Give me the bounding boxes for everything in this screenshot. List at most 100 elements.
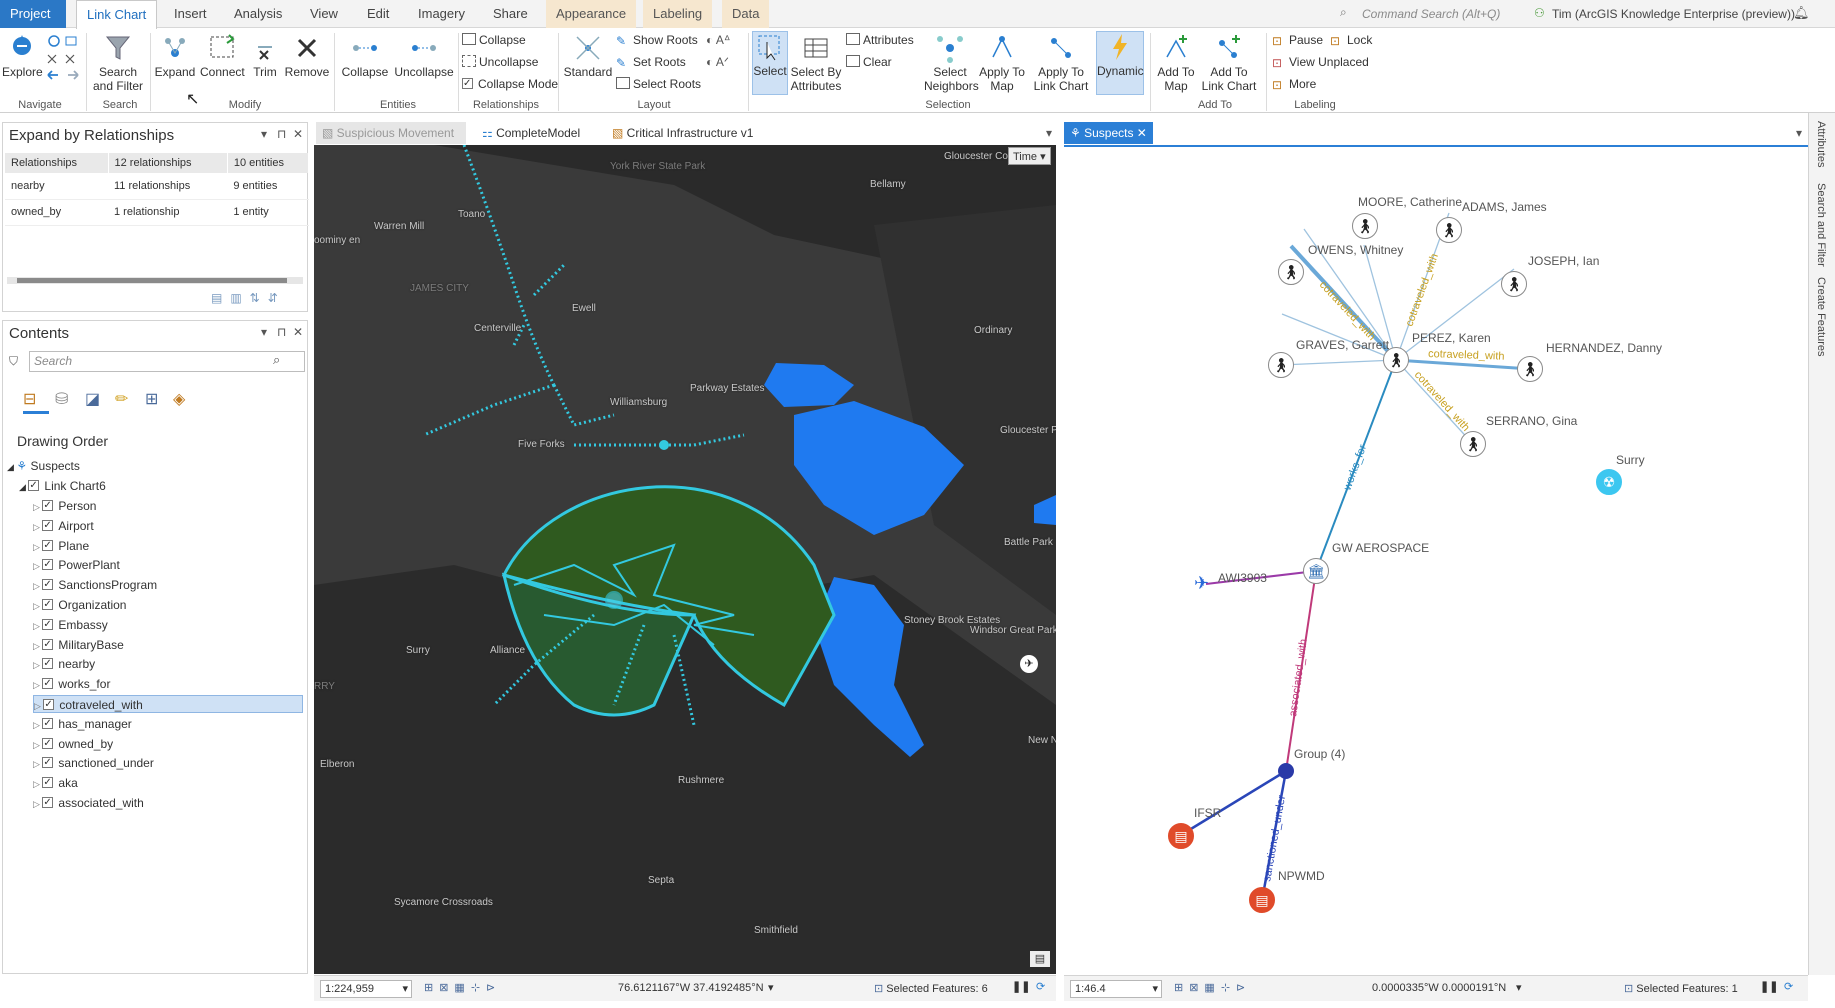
checkbox-icon[interactable] <box>42 537 54 555</box>
sanctions-program-node-npwmd[interactable]: ▤ <box>1249 887 1275 913</box>
apply-to-link-chart-button[interactable]: Apply To Link Chart <box>1030 33 1092 93</box>
collapse-relationships-button[interactable]: Collapse <box>462 31 526 49</box>
person-node-graves[interactable]: 🚶︎ <box>1268 352 1294 378</box>
person-node-perez[interactable]: 🚶︎ <box>1383 347 1409 373</box>
view-unplaced-button[interactable]: ⊡ View Unplaced <box>1272 53 1369 71</box>
column-header-relationship-count[interactable]: 12 relationships <box>108 153 228 173</box>
layer-item[interactable]: ▷ aka <box>33 774 78 792</box>
tab-imagery[interactable]: Imagery <box>408 0 475 28</box>
layer-item[interactable]: ▷ has_manager <box>33 715 132 733</box>
pause-drawing-icon[interactable]: ❚❚ <box>1012 980 1030 993</box>
user-menu[interactable]: Tim (ArcGIS Knowledge Enterprise (previe… <box>1552 4 1795 24</box>
person-node-hernandez[interactable]: 🚶︎ <box>1517 356 1543 382</box>
tree-root-suspects[interactable]: ◢ ⚘ Suspects <box>7 457 80 475</box>
expand-arrow-icon[interactable]: ▷ <box>33 680 42 690</box>
lock-labeling-button[interactable]: ⊡ Lock <box>1330 31 1372 49</box>
checkbox-icon[interactable] <box>42 596 54 614</box>
layer-item[interactable]: ▷ sanctioned_under <box>33 754 154 772</box>
command-search-input[interactable]: Command Search (Alt+Q) <box>1362 4 1552 24</box>
expand-arrow-icon[interactable]: ▷ <box>33 660 42 670</box>
layer-item[interactable]: ▷ Plane <box>33 537 89 555</box>
map-tips-icon[interactable]: ▤ <box>1030 951 1050 967</box>
layer-item[interactable]: ▷ PowerPlant <box>33 556 120 574</box>
horizontal-scrollbar[interactable] <box>7 277 303 284</box>
expand-arrow-icon[interactable]: ▷ <box>33 779 42 789</box>
list-by-labeling-icon[interactable]: ◈ <box>173 389 185 409</box>
tab-data[interactable]: Data <box>722 0 770 28</box>
select-roots-button[interactable]: Select Roots <box>616 75 701 93</box>
checkbox-icon[interactable] <box>42 655 54 673</box>
list-by-editing-icon[interactable]: ✏ <box>115 389 128 409</box>
pane-menu-icon[interactable]: ▾ <box>261 325 267 339</box>
rail-tab-attributes[interactable]: Attributes <box>1815 121 1827 167</box>
tab-critical-infrastructure[interactable]: ▧ Critical Infrastructure v1 <box>606 122 759 144</box>
standard-layout-button[interactable]: Standard <box>562 33 614 79</box>
show-roots-button[interactable]: ✎ Show Roots <box>616 31 698 49</box>
scrollbar-thumb[interactable] <box>17 278 287 283</box>
layer-item[interactable]: ▷ cotraveled_with <box>33 695 303 714</box>
checkbox-icon[interactable] <box>42 715 54 733</box>
layer-item[interactable]: ▷ nearby <box>33 655 95 673</box>
notification-bell-icon[interactable]: 🔔︎ <box>1793 5 1810 21</box>
chevron-down-icon[interactable]: ▾ <box>1516 981 1522 994</box>
list-by-data-source-icon[interactable]: ⛁ <box>55 389 68 409</box>
checkbox-icon[interactable] <box>42 794 54 812</box>
checkbox-icon[interactable] <box>42 497 54 515</box>
attributes-button[interactable]: Attributes <box>846 31 914 49</box>
explore-button[interactable]: Explore <box>2 33 43 79</box>
checkbox-icon[interactable] <box>42 556 54 574</box>
layer-item[interactable]: ▷ MilitaryBase <box>33 636 124 654</box>
chevron-down-icon[interactable]: ▾ <box>768 981 774 994</box>
layer-item[interactable]: ▷ associated_with <box>33 794 144 812</box>
table-row[interactable]: nearby 11 relationships 9 entities <box>5 173 309 200</box>
tab-view[interactable]: View <box>300 0 348 28</box>
checkbox-icon[interactable] <box>42 517 54 535</box>
expand-arrow-icon[interactable]: ▷ <box>33 542 42 552</box>
tab-labeling[interactable]: Labeling <box>643 0 713 28</box>
layer-item[interactable]: ▷ Embassy <box>33 616 108 634</box>
trim-button[interactable]: Trim <box>248 33 282 79</box>
layer-item[interactable]: ▷ Organization <box>33 596 126 614</box>
expand-arrow-icon[interactable]: ▷ <box>33 621 42 631</box>
select-button[interactable]: Select <box>752 31 788 95</box>
expand-arrow-icon[interactable]: ▷ <box>33 522 42 532</box>
pane-footer-icons[interactable]: ▤▥⇅⇵ <box>211 291 286 305</box>
expand-arrow-icon[interactable]: ▷ <box>33 641 42 651</box>
pin-icon[interactable]: ⊓ <box>277 325 286 339</box>
map-nav-tools-icons[interactable]: ⊞⊠▦⊹⊳ <box>424 981 501 994</box>
collapse-entities-button[interactable]: Collapse <box>338 33 392 79</box>
layer-item[interactable]: ▷ Person <box>33 497 96 515</box>
layer-item[interactable]: ▷ works_for <box>33 675 110 693</box>
tab-link-chart[interactable]: Link Chart <box>76 0 158 29</box>
checkbox-icon[interactable] <box>42 576 54 594</box>
tree-chart-node[interactable]: ◢ Link Chart6 <box>19 477 106 495</box>
pause-drawing-icon[interactable]: ❚❚ <box>1760 980 1778 993</box>
checkbox-icon[interactable] <box>42 636 54 654</box>
sanctions-program-node-ifsr[interactable]: ▤ <box>1168 823 1194 849</box>
layer-item[interactable]: ▷ Airport <box>33 517 94 535</box>
column-header-entity-count[interactable]: 10 entities <box>227 153 310 173</box>
layer-item[interactable]: ▷ SanctionsProgram <box>33 576 157 594</box>
expand-arrow-icon[interactable]: ▷ <box>33 601 42 611</box>
tab-appearance[interactable]: Appearance <box>546 0 637 28</box>
search-filter-button[interactable]: Search and Filter <box>90 33 146 93</box>
pane-menu-icon[interactable]: ▾ <box>261 127 267 141</box>
chart-nav-tools-icons[interactable]: ⊞⊠▦⊹⊳ <box>1174 981 1251 994</box>
add-to-link-chart-button[interactable]: Add To Link Chart <box>1198 33 1260 93</box>
checkbox-icon[interactable] <box>42 616 54 634</box>
map-view[interactable]: Gloucester Courthouse York River State P… <box>314 145 1056 974</box>
group-node[interactable] <box>1278 763 1294 779</box>
checkbox-icon[interactable] <box>42 754 54 772</box>
link-chart-view[interactable]: cotraveled_with cotraveled_with cotravel… <box>1064 145 1808 974</box>
dynamic-button[interactable]: Dynamic <box>1096 31 1144 95</box>
tab-insert[interactable]: Insert <box>164 0 217 28</box>
tabs-overflow-icon[interactable]: ▾ <box>1790 122 1808 144</box>
expand-arrow-icon[interactable]: ▷ <box>34 701 43 711</box>
checkbox-icon[interactable] <box>42 675 54 693</box>
tab-share[interactable]: Share <box>483 0 538 28</box>
checkbox-icon[interactable] <box>43 696 55 714</box>
label-size-up[interactable]: ◐ Aᐞ <box>706 31 730 49</box>
expand-arrow-icon[interactable]: ▷ <box>33 759 42 769</box>
expand-arrow-icon[interactable]: ▷ <box>33 720 42 730</box>
person-node-joseph[interactable]: 🚶︎ <box>1501 271 1527 297</box>
